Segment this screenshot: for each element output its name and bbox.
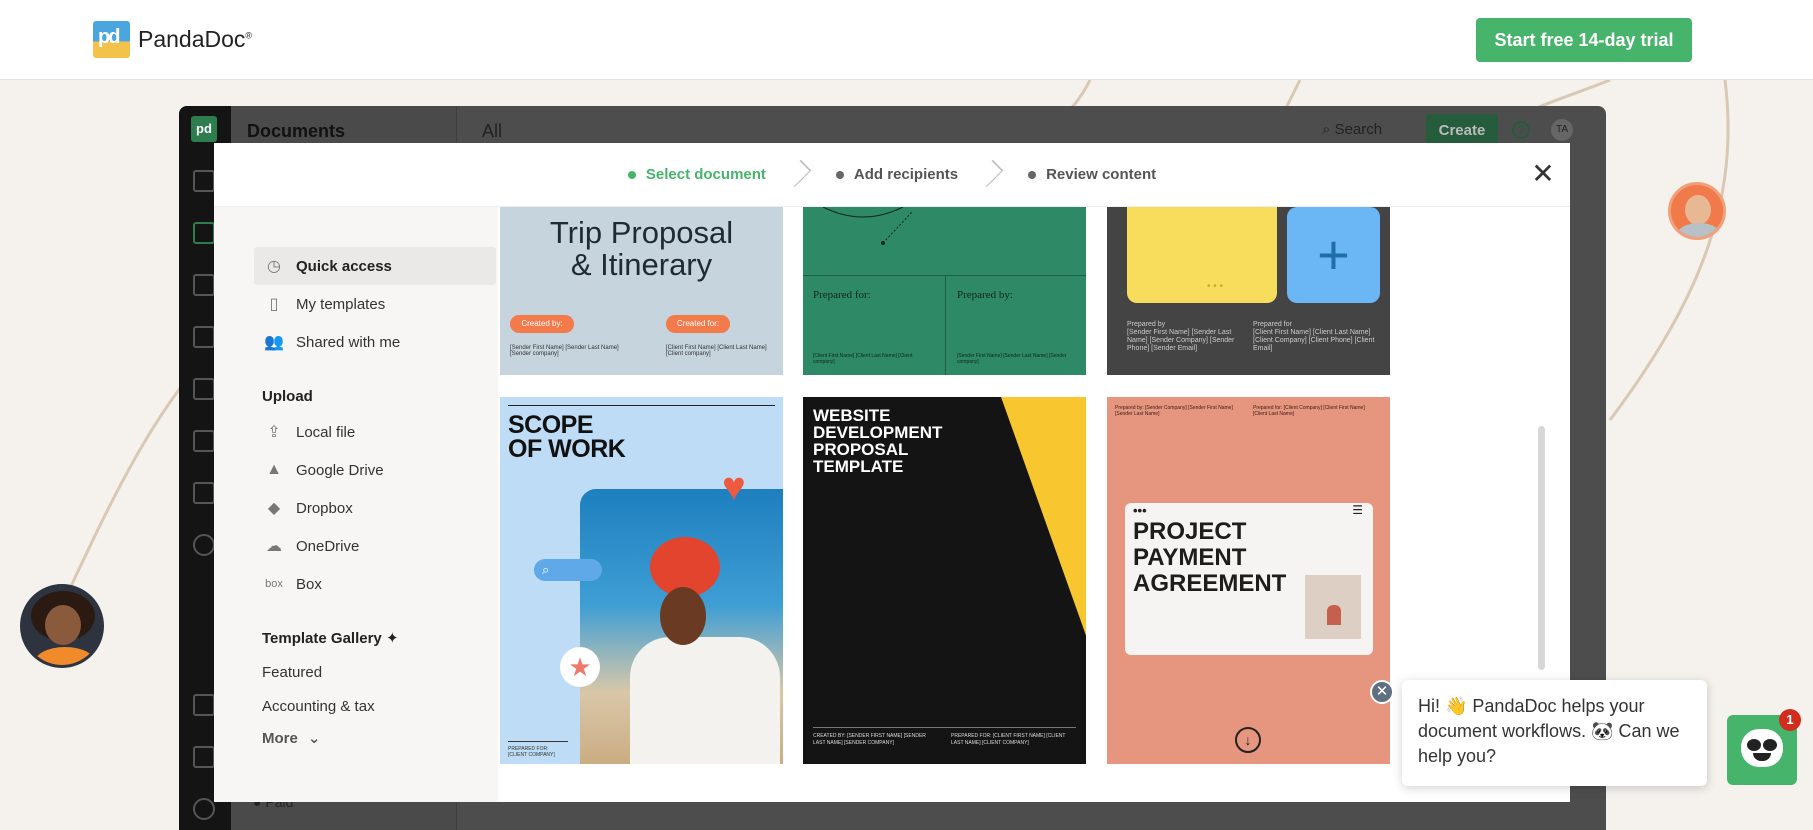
template-card-scope-of-work[interactable]: SCOPE OF WORK ♥ ⌕ ★ PREPARED FOR: [CLIENT… <box>500 397 783 764</box>
app-create-button[interactable]: Create <box>1426 114 1498 146</box>
content-library-icon[interactable] <box>193 378 215 400</box>
more-dots-icon: ••• <box>1133 503 1147 518</box>
chat-message[interactable]: Hi! 👋 PandaDoc helps your document workf… <box>1402 680 1707 786</box>
gallery-accounting-tax[interactable]: Accounting & tax <box>254 689 496 723</box>
box-icon: box <box>265 578 283 590</box>
nav-quick-access[interactable]: ◷ Quick access <box>254 247 496 285</box>
decorative-arc <box>822 207 914 245</box>
pandadoc-logo-icon: pd <box>93 21 130 58</box>
integrations-icon[interactable] <box>193 746 215 768</box>
created-by-fields: CREATED BY: [SENDER FIRST NAME] [SENDER … <box>813 733 926 746</box>
menu-icon: ☰ <box>1352 503 1363 517</box>
document-icon: ▯ <box>269 296 279 313</box>
user-avatar[interactable]: TA <box>1551 119 1573 141</box>
reports-icon[interactable] <box>193 534 215 556</box>
prepared-for-fields: PREPARED FOR: [CLIENT FIRST NAME] [CLIEN… <box>951 733 1066 746</box>
card-title: SCOPE OF WORK <box>508 411 626 463</box>
sender-fields: [Sender First Name] [Sender Last Name] [… <box>957 353 1067 365</box>
contacts-icon[interactable] <box>193 482 215 504</box>
heart-icon: ♥ <box>722 465 746 509</box>
card-title: PROJECT PAYMENT AGREEMENT <box>1133 518 1287 597</box>
avatar-man <box>1668 182 1726 240</box>
thumbnail-image <box>1305 575 1361 639</box>
chat-close-icon[interactable]: ✕ <box>1370 680 1394 704</box>
brand-name: PandaDoc® <box>138 26 253 52</box>
template-picker-modal: Select document Add recipients Review co… <box>214 143 1570 802</box>
template-gallery-heading: Template Gallery ✦ <box>262 630 399 647</box>
notification-badge: 1 <box>1779 709 1801 731</box>
upload-heading: Upload <box>262 388 313 405</box>
settings-gear-icon[interactable] <box>193 798 215 820</box>
onedrive-cloud-icon: ☁ <box>266 538 282 555</box>
dropbox-icon: ◆ <box>267 500 281 517</box>
nav-my-templates[interactable]: ▯ My templates <box>254 285 496 323</box>
close-icon[interactable]: ✕ <box>1530 160 1556 188</box>
step-review-content: Review content <box>1028 166 1156 183</box>
client-fields: Prepared for [Client First Name] [Client … <box>1253 321 1375 352</box>
template-card-payment-agreement[interactable]: Prepared by: [Sender Company] [Sender Fi… <box>1107 397 1390 764</box>
star-icon: ★ <box>560 647 600 687</box>
stepper: Select document Add recipients Review co… <box>214 143 1570 207</box>
start-trial-button[interactable]: Start free 14-day trial <box>1476 18 1692 62</box>
upload-google-drive[interactable]: ▲ Google Drive <box>254 451 496 489</box>
catalog-icon[interactable] <box>193 326 215 348</box>
tag-icon[interactable] <box>193 430 215 452</box>
top-navigation: pd PandaDoc® Start free 14-day trial <box>0 0 1813 80</box>
documents-icon[interactable] <box>193 222 215 244</box>
created-for-pill: Created for: <box>666 315 730 333</box>
prepared-for-fields: PREPARED FOR: [CLIENT COMPANY] <box>508 741 568 758</box>
app-sidebar-title: Documents <box>247 121 346 141</box>
help-icon[interactable]: ? <box>1512 121 1530 139</box>
client-fields: Prepared for: [Client Company] [Client F… <box>1253 405 1365 417</box>
template-card-green-proposal[interactable]: Prepared for: Prepared by: [Client First… <box>803 207 1086 375</box>
scrollbar[interactable] <box>1538 426 1545 670</box>
templates-icon[interactable] <box>193 274 215 296</box>
nav-shared-with-me[interactable]: 👥 Shared with me <box>254 323 496 361</box>
clock-icon: ◷ <box>267 258 281 275</box>
plus-icon: + <box>1287 207 1380 303</box>
client-fields: [Client First Name] [Client Last Name] [… <box>666 345 767 357</box>
users-icon: 👥 <box>264 334 284 351</box>
created-by-pill: Created by: <box>510 315 574 333</box>
dashboard-icon[interactable] <box>193 170 215 192</box>
yellow-diagonal <box>1001 397 1086 636</box>
agreement-panel: ••• ☰ PROJECT PAYMENT AGREEMENT <box>1125 503 1373 655</box>
upload-box[interactable]: box Box <box>254 565 496 603</box>
chevron-down-icon: ⌄ <box>307 730 321 747</box>
sender-fields: [Sender First Name] [Sender Last Name] [… <box>510 345 619 357</box>
card-title: WEBSITE DEVELOPMENT PROPOSAL TEMPLATE <box>813 406 943 476</box>
google-drive-icon: ▲ <box>266 461 282 478</box>
chevron-right-icon <box>794 163 808 187</box>
upload-local-file[interactable]: ⇪ Local file <box>254 413 496 451</box>
gallery-more[interactable]: More ⌄ <box>254 723 496 753</box>
step-add-recipients: Add recipients <box>835 166 958 183</box>
upload-icon: ⇪ <box>267 424 281 441</box>
sender-fields: Prepared by: [Sender Company] [Sender Fi… <box>1115 405 1233 417</box>
upload-dropbox[interactable]: ◆ Dropbox <box>254 489 496 527</box>
download-icon: ↓ <box>1235 727 1261 753</box>
app-main-title: All <box>482 121 503 141</box>
yellow-block: • • • <box>1127 207 1277 303</box>
template-card-dark-proposal[interactable]: • • • + Prepared by [Sender First Name] [… <box>1107 207 1390 375</box>
step-select-document: Select document <box>627 166 766 183</box>
pandadoc-logo[interactable]: pd PandaDoc® <box>93 21 252 58</box>
sparkle-icon: ✦ <box>385 630 399 647</box>
template-card-website-development[interactable]: WEBSITE DEVELOPMENT PROPOSAL TEMPLATE CR… <box>803 397 1086 764</box>
client-fields: [Client First Name] [Client Last Name] [… <box>813 353 913 365</box>
app-logo-icon: pd <box>191 116 217 142</box>
media-icon[interactable] <box>193 694 215 716</box>
template-nav: ◷ Quick access ▯ My templates 👥 Shared with… <box>214 207 498 802</box>
sender-fields: Prepared by [Sender First Name] [Sender L… <box>1127 321 1235 352</box>
gallery-featured[interactable]: Featured <box>254 655 496 689</box>
app-search[interactable]: ⌕ Search <box>1322 121 1382 138</box>
chevron-right-icon <box>986 163 1000 187</box>
prepared-by-label: Prepared by: <box>957 289 1013 301</box>
avatar-woman <box>20 584 104 668</box>
prepared-for-label: Prepared for: <box>813 289 871 301</box>
card-title: Trip Proposal & Itinerary <box>549 215 734 282</box>
upload-onedrive[interactable]: ☁ OneDrive <box>254 527 496 565</box>
search-icon: ⌕ <box>534 559 602 581</box>
template-card-trip-proposal[interactable]: Trip Proposal & Itinerary Created by: Cre… <box>500 207 783 375</box>
